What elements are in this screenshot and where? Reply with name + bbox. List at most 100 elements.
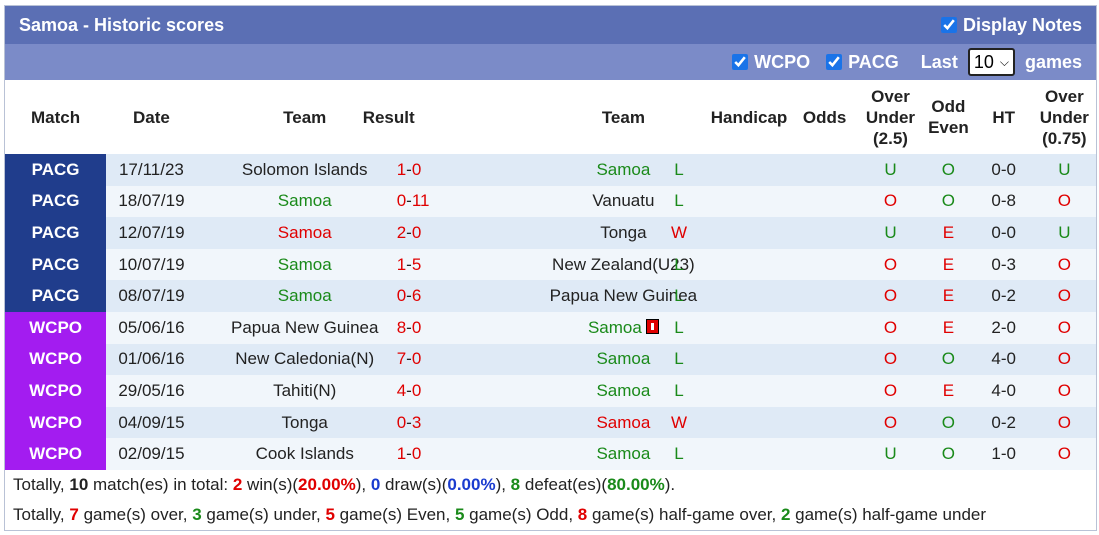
over-under-075: U: [1032, 154, 1096, 186]
display-notes-toggle[interactable]: Display Notes: [940, 15, 1082, 36]
league-badge[interactable]: WCPO: [5, 375, 107, 407]
away-score: 0: [411, 380, 422, 400]
summary-part: 8: [577, 504, 588, 524]
over-under-25: O: [858, 185, 923, 218]
wcpo-filter[interactable]: WCPO: [732, 52, 810, 73]
table-row: WCPO 04/09/15 Tonga 0-3 Samoa W O O 0-2 O: [5, 406, 1096, 439]
match-score[interactable]: 1-0: [397, 154, 540, 186]
away-score: 0: [411, 222, 422, 242]
away-score: 3: [411, 412, 422, 432]
league-badge[interactable]: PACG: [5, 185, 107, 218]
col-date: Date: [106, 80, 197, 154]
summary-part: 5: [325, 504, 335, 524]
summary-part: draw(s)(: [380, 474, 448, 494]
games-count-select[interactable]: 10 ⌵: [967, 48, 1015, 76]
over-under-075: O: [1032, 406, 1096, 439]
home-team[interactable]: Samoa: [196, 280, 413, 312]
home-team[interactable]: Samoa: [196, 185, 413, 218]
table-body: PACG 17/11/23 Solomon Islands 1-0 Samoa L U O 0-…: [5, 154, 1096, 470]
away-team-name: Samoa: [596, 412, 651, 432]
home-team[interactable]: Samoa: [196, 217, 413, 249]
home-team[interactable]: Cook Islands: [196, 438, 413, 470]
outcome-label: L: [674, 159, 684, 179]
match-score[interactable]: 4-0: [397, 375, 540, 407]
outcome-label: L: [674, 286, 684, 306]
home-team[interactable]: Solomon Islands: [196, 154, 413, 186]
summary-part: Totally,: [13, 504, 70, 524]
league-badge[interactable]: WCPO: [5, 343, 107, 376]
league-badge[interactable]: PACG: [5, 154, 107, 186]
match-date: 02/09/15: [106, 438, 197, 470]
odds-cell: [790, 217, 859, 249]
games-label: games: [1024, 51, 1082, 72]
match-score[interactable]: 0-11: [397, 185, 540, 218]
away-score: 0: [411, 317, 422, 337]
table-row: WCPO 29/05/16 Tahiti(N) 4-0 Samoa L O E 4-0 O: [5, 375, 1096, 407]
col-ht: HT: [974, 80, 1033, 154]
summary-results: Totally, 10 match(es) in total: 2 win(s)…: [13, 470, 1088, 500]
home-team[interactable]: Samoa: [196, 248, 413, 281]
odds-cell: [790, 280, 859, 312]
home-score: 1: [396, 444, 407, 464]
summary-part: defeat(es)(: [520, 474, 608, 494]
summary-part: ),: [495, 474, 511, 494]
half-time-score: 1-0: [974, 438, 1033, 470]
over-under-075: U: [1032, 217, 1096, 249]
match-score[interactable]: 0-3: [397, 406, 540, 439]
match-score[interactable]: 8-0: [397, 311, 540, 344]
match-score[interactable]: 7-0: [397, 343, 540, 376]
league-badge[interactable]: WCPO: [5, 406, 107, 439]
home-team[interactable]: Tonga: [196, 406, 413, 439]
table-header: Match Date Team Result Team Handicap Odd…: [5, 80, 1096, 154]
wcpo-checkbox[interactable]: [732, 54, 749, 70]
col-match: Match: [5, 80, 107, 154]
col-handicap: Handicap: [707, 80, 791, 154]
summary-part: game(s) over,: [78, 504, 193, 524]
league-badge[interactable]: PACG: [5, 280, 107, 312]
match-outcome: L: [674, 154, 791, 186]
summary-part: game(s) half-game over,: [587, 504, 781, 524]
pacg-filter[interactable]: PACG: [826, 52, 899, 73]
oe-line2: Even: [928, 118, 969, 137]
odd-even: O: [922, 406, 975, 439]
outcome-label: L: [674, 254, 684, 274]
match-score[interactable]: 1-0: [397, 438, 540, 470]
league-badge[interactable]: WCPO: [5, 438, 107, 470]
match-score[interactable]: 1-5: [397, 248, 540, 281]
summary-part: 0: [370, 474, 381, 494]
oe-line1: Odd: [931, 97, 966, 116]
league-badge[interactable]: WCPO: [5, 311, 107, 344]
league-badge[interactable]: PACG: [5, 217, 107, 249]
odd-even: E: [922, 311, 975, 344]
wcpo-label: WCPO: [754, 51, 811, 72]
col-away-team: Team: [539, 80, 708, 154]
home-team[interactable]: Papua New Guinea: [196, 311, 413, 344]
col-odd-even: Odd Even: [922, 80, 975, 154]
display-notes-checkbox[interactable]: [940, 17, 957, 33]
col-result-label: Result: [362, 107, 415, 127]
home-score: 1: [396, 159, 407, 179]
match-outcome: L: [674, 343, 791, 376]
away-score: 0: [411, 159, 422, 179]
match-outcome: L: [674, 438, 791, 470]
odd-even: E: [922, 375, 975, 407]
match-date: 17/11/23: [106, 154, 197, 186]
half-time-score: 0-0: [974, 217, 1033, 249]
pacg-checkbox[interactable]: [826, 54, 843, 70]
match-score[interactable]: 0-6: [397, 280, 540, 312]
home-score: 1: [396, 254, 407, 274]
over-under-25: O: [858, 311, 923, 344]
summary-part: game(s) Odd,: [464, 504, 578, 524]
league-badge[interactable]: PACG: [5, 248, 107, 281]
match-score[interactable]: 2-0: [397, 217, 540, 249]
home-team[interactable]: Tahiti(N): [196, 375, 413, 407]
table-row: WCPO 05/06/16 Papua New Guinea 8-0 Samoa L O E 2…: [5, 311, 1096, 344]
home-team[interactable]: New Caledonia(N): [196, 343, 413, 376]
odds-cell: [790, 185, 859, 218]
summary-part: game(s) half-game under: [790, 504, 987, 524]
match-outcome: W: [671, 406, 791, 439]
away-score: 5: [411, 254, 422, 274]
summary-part: Totally,: [13, 474, 70, 494]
over-under-25: U: [858, 154, 923, 186]
odds-cell: [790, 343, 859, 376]
